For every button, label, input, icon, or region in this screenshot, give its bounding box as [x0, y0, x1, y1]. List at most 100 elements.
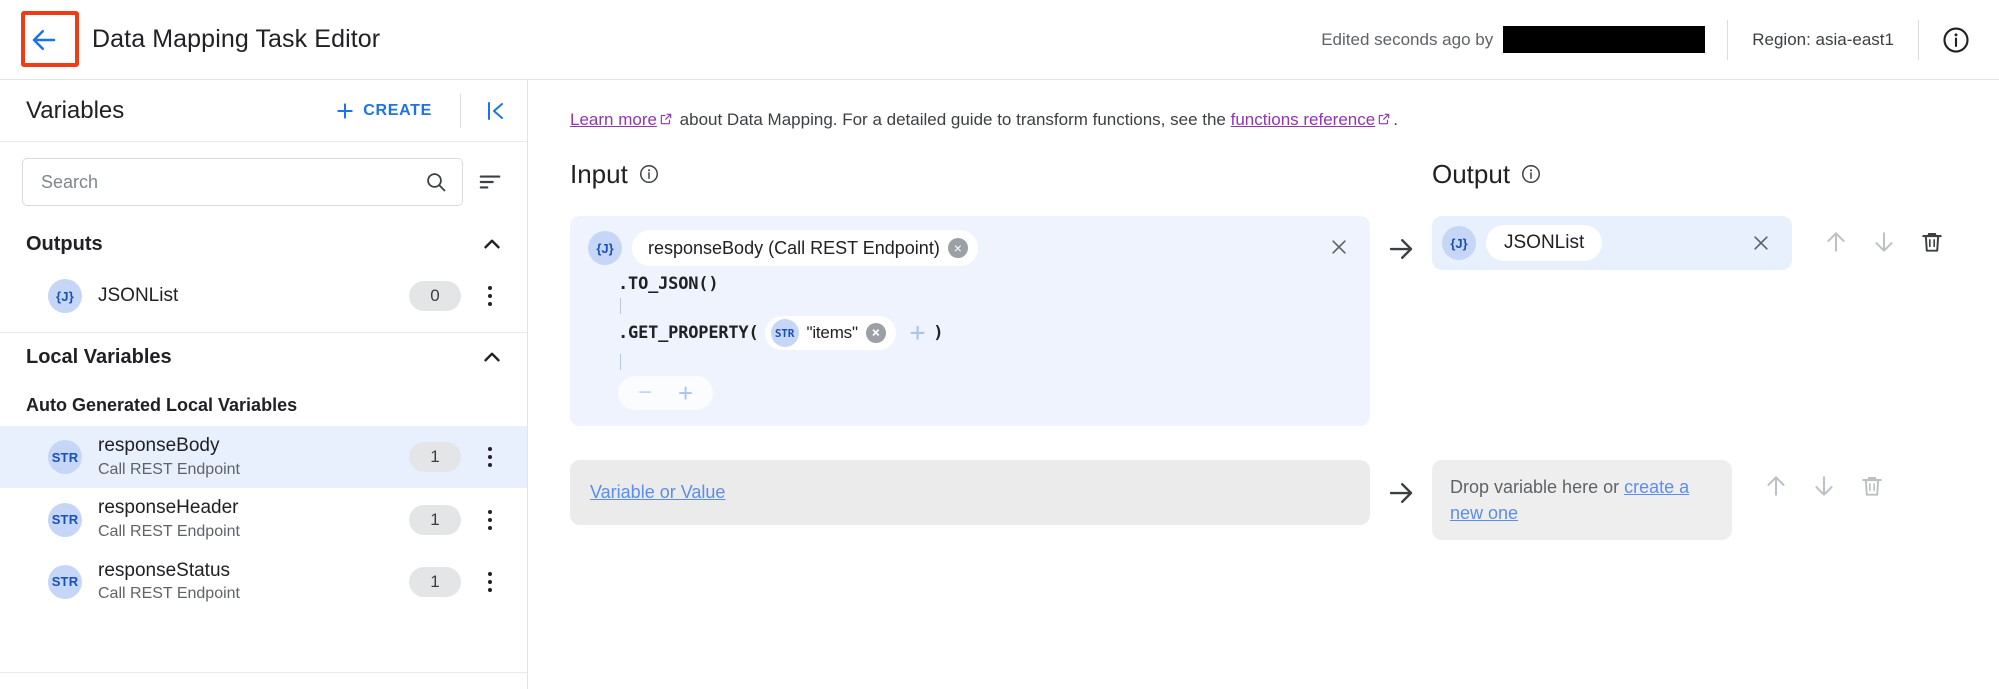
function-name: .TO_JSON(: [618, 274, 709, 294]
edited-status: Edited seconds ago by: [1321, 26, 1727, 53]
move-down-button[interactable]: [1802, 464, 1846, 508]
usage-count-badge: 1: [409, 442, 461, 473]
type-badge-json: {J}: [48, 279, 82, 313]
output-info-button[interactable]: [1520, 163, 1542, 185]
input-variable-label: responseBody (Call REST Endpoint): [648, 237, 940, 258]
delete-mapping-button[interactable]: [1910, 220, 1954, 264]
main-content: Learn more about Data Mapping. For a det…: [528, 80, 1999, 689]
sidebar-header-actions: CREATE: [321, 91, 515, 131]
type-badge-str: STR: [48, 502, 82, 537]
input-variable-chip[interactable]: responseBody (Call REST Endpoint) ×: [632, 230, 978, 266]
learn-more-line: Learn more about Data Mapping. For a det…: [528, 80, 1999, 130]
input-value-wrap: Variable or Value: [570, 460, 1370, 540]
variable-source: Call REST Endpoint: [98, 460, 240, 478]
function-line-to-json[interactable]: .TO_JSON( ): [618, 274, 1352, 294]
collapse-panel-button[interactable]: [475, 91, 515, 131]
create-variable-button[interactable]: CREATE: [321, 93, 446, 129]
collapse-panel-icon: [488, 101, 503, 120]
list-item[interactable]: {J} JSONList 0: [0, 268, 527, 324]
section-title: Local Variables: [26, 345, 172, 368]
input-card-wrap: {J} responseBody (Call REST Endpoint) × …: [570, 216, 1370, 426]
info-icon: [1943, 26, 1969, 53]
output-row-2: Drop variable here or create a new one: [1432, 460, 1999, 541]
edited-label: Edited seconds ago by: [1321, 29, 1494, 49]
clear-input-button[interactable]: [1324, 232, 1354, 262]
list-item-response-body[interactable]: STR responseBody Call REST Endpoint 1: [0, 426, 527, 489]
function-argument-chip[interactable]: STR "items" ×: [764, 316, 896, 350]
functions-reference-link[interactable]: functions reference: [1231, 110, 1376, 129]
learn-more-text: about Data Mapping. For a detailed guide…: [674, 110, 1231, 129]
more-options-icon: [1918, 475, 1923, 498]
section-header-local-variables[interactable]: Local Variables: [0, 333, 527, 381]
external-link-icon: [660, 113, 672, 125]
function-line-get-property[interactable]: .GET_PROPERTY( STR "items" × + ): [618, 316, 1352, 350]
sidebar-footer: [0, 673, 527, 689]
move-up-button[interactable]: [1814, 220, 1858, 264]
move-down-button[interactable]: [1862, 220, 1906, 264]
input-info-button[interactable]: [638, 163, 660, 185]
search-input[interactable]: [41, 171, 424, 193]
more-options-button[interactable]: [1898, 464, 1942, 508]
chevron-up-icon[interactable]: [479, 231, 505, 257]
chevron-up-icon[interactable]: [479, 344, 505, 370]
add-function-button[interactable]: +: [678, 380, 693, 406]
input-value-card[interactable]: Variable or Value: [570, 460, 1370, 525]
function-name: .GET_PROPERTY(: [618, 323, 759, 343]
input-expression-card[interactable]: {J} responseBody (Call REST Endpoint) × …: [570, 216, 1370, 426]
learn-more-text-end: .: [1393, 110, 1398, 129]
function-stepper[interactable]: − +: [618, 376, 714, 410]
variable-name: responseBody: [98, 435, 220, 456]
delete-icon: [1862, 477, 1882, 496]
section-header-outputs[interactable]: Outputs: [0, 220, 527, 268]
more-options-button[interactable]: [473, 503, 507, 537]
output-row-1-actions: [1814, 216, 1999, 264]
variable-source: Call REST Endpoint: [98, 523, 240, 541]
divider: [460, 93, 461, 128]
function-close-paren: ): [708, 274, 719, 294]
arrow-left-icon: [32, 29, 56, 50]
more-options-icon: [488, 286, 492, 306]
list-item-response-status[interactable]: STR responseStatus Call REST Endpoint 1: [0, 551, 527, 613]
learn-more-link[interactable]: Learn more: [570, 110, 657, 129]
search-icon[interactable]: [424, 170, 448, 194]
delete-icon: [1922, 233, 1942, 252]
mapping-row-1: {J} responseBody (Call REST Endpoint) × …: [528, 216, 1999, 426]
variable-source: Call REST Endpoint: [98, 585, 240, 603]
remove-function-button[interactable]: −: [638, 381, 652, 405]
info-button[interactable]: [1919, 25, 1999, 55]
variable-or-value-link[interactable]: Variable or Value: [590, 482, 725, 502]
redacted-user-name: [1503, 26, 1706, 53]
list-item-response-header[interactable]: STR responseHeader Call REST Endpoint 1: [0, 488, 527, 550]
add-argument-button[interactable]: +: [910, 320, 926, 346]
chevron-up-glyph: [484, 239, 500, 249]
back-button[interactable]: [8, 4, 80, 76]
more-options-button[interactable]: [473, 565, 507, 599]
output-variable-card[interactable]: {J} JSONList: [1432, 216, 1792, 270]
list-item-texts: responseHeader Call REST Endpoint: [98, 496, 240, 542]
more-options-button[interactable]: [473, 440, 507, 474]
usage-count-badge: 1: [409, 566, 461, 597]
more-options-button[interactable]: [473, 279, 507, 313]
remove-output-button[interactable]: [1746, 228, 1776, 258]
output-drop-zone[interactable]: Drop variable here or create a new one: [1432, 460, 1732, 541]
remove-chip-icon[interactable]: ×: [947, 238, 968, 258]
variable-name: responseStatus: [98, 559, 231, 581]
function-argument-value: "items": [806, 323, 858, 342]
output-variable-chip[interactable]: JSONList: [1486, 225, 1603, 261]
remove-chip-icon[interactable]: ×: [865, 323, 886, 343]
arrow-down-icon: [1875, 232, 1893, 252]
arrow-up-icon: [1827, 232, 1845, 252]
external-link-icon: [1378, 113, 1390, 125]
sort-filter-button[interactable]: [475, 167, 505, 197]
output-column-header: Output: [1432, 154, 1999, 216]
input-heading: Input: [570, 158, 628, 189]
mapping-row-2: Variable or Value Drop variable here or …: [528, 460, 1999, 541]
type-badge-json: {J}: [588, 231, 622, 265]
move-up-button[interactable]: [1754, 464, 1798, 508]
top-bar: Data Mapping Task Editor Edited seconds …: [0, 0, 1999, 80]
input-column-header: Input: [570, 154, 1370, 216]
delete-mapping-button[interactable]: [1850, 464, 1894, 508]
more-options-icon: [1978, 231, 1983, 254]
search-box[interactable]: [22, 158, 463, 206]
more-options-button[interactable]: [1958, 220, 1999, 264]
